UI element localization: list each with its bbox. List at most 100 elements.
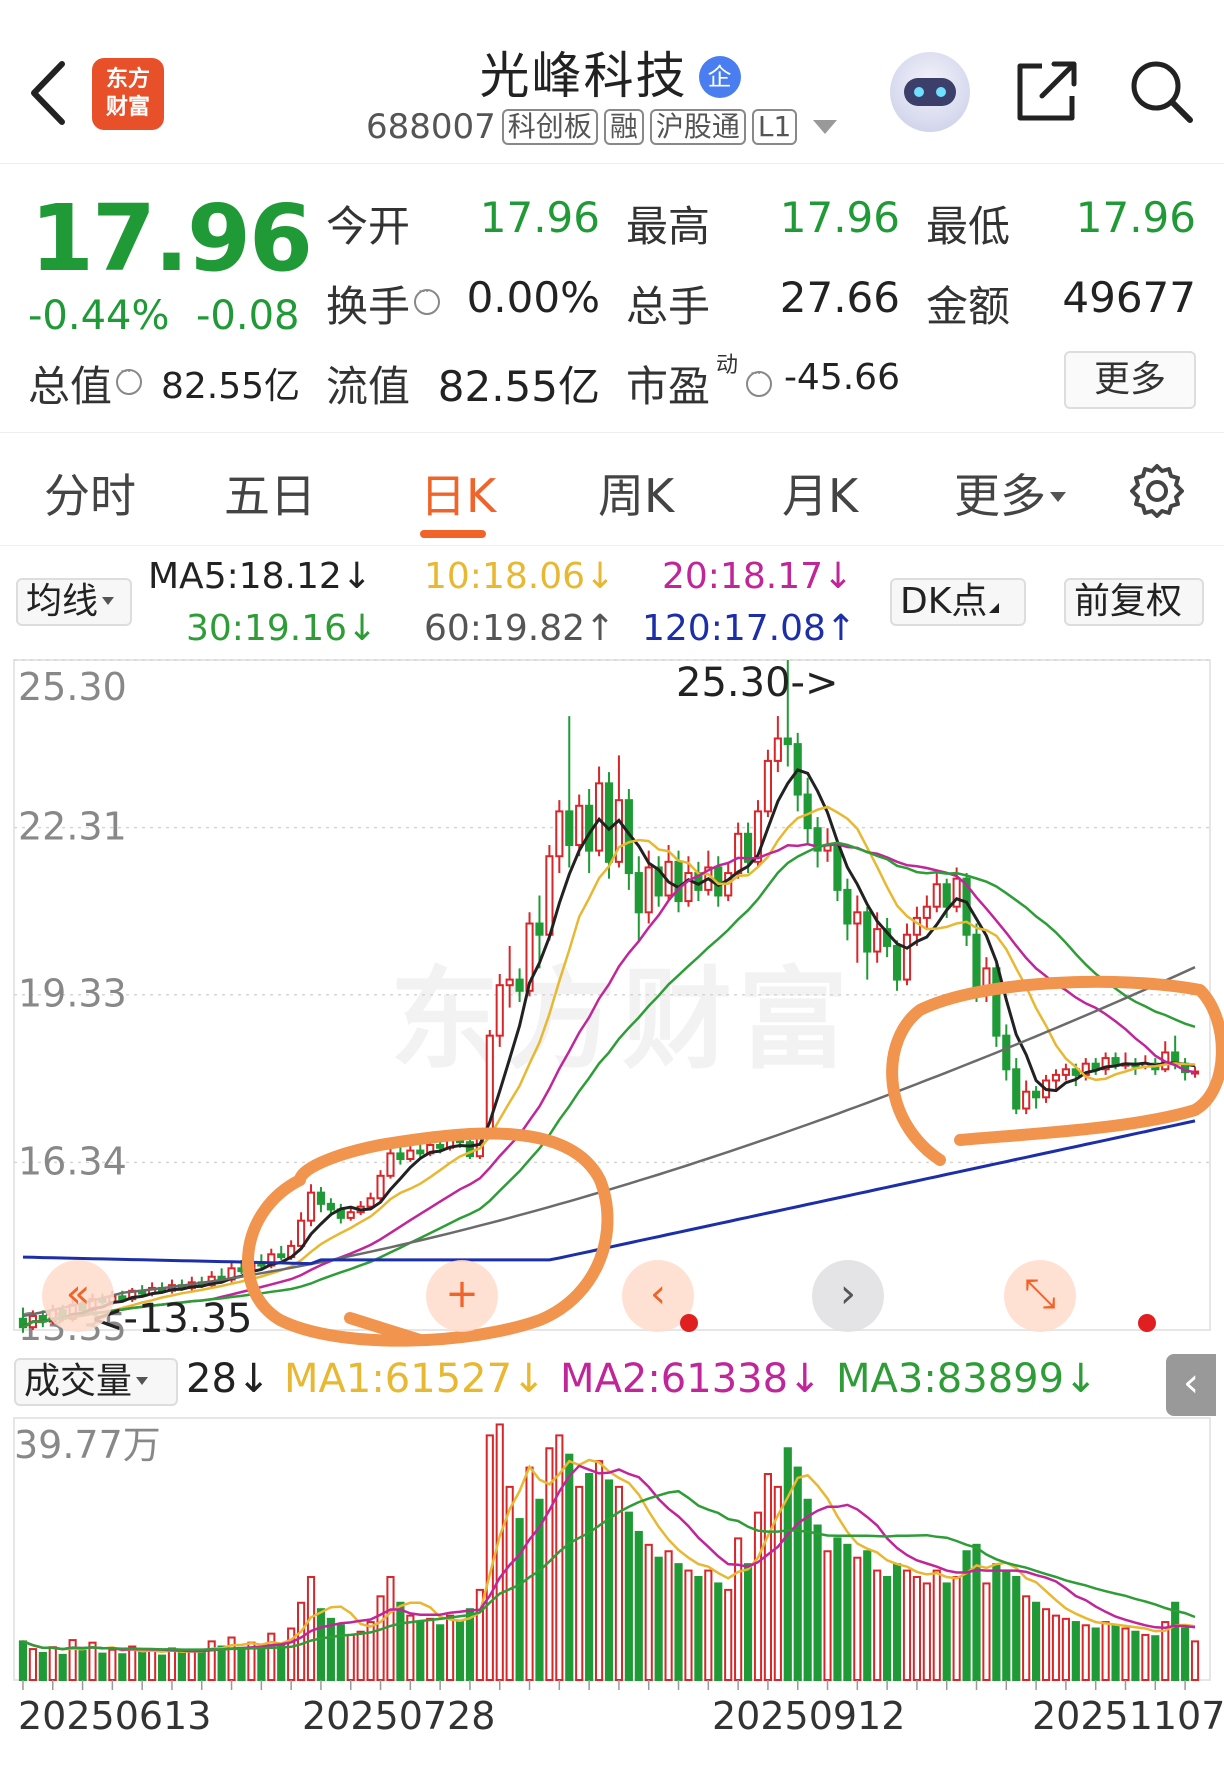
candle-body: [575, 804, 584, 847]
candle-body: [714, 866, 723, 897]
volume-bar: [833, 1537, 842, 1682]
volume-indicator-select[interactable]: 成交量: [14, 1358, 178, 1406]
next-icon[interactable]: ›: [812, 1260, 884, 1332]
jump-first-icon[interactable]: «: [42, 1260, 114, 1332]
share-icon[interactable]: [1012, 56, 1082, 126]
chevron-down-icon: [1050, 492, 1066, 502]
volume-bar: [78, 1650, 87, 1682]
volume-bar: [724, 1588, 733, 1682]
info-icon[interactable]: [414, 284, 441, 315]
indicator-select[interactable]: 均线: [16, 578, 132, 626]
search-icon[interactable]: [1126, 56, 1196, 126]
turnover-value: 0.00%: [466, 273, 600, 322]
back-arrow-icon[interactable]: [24, 58, 74, 128]
candle-body: [1051, 1073, 1061, 1082]
tab-weekly-k[interactable]: 周K: [598, 460, 674, 526]
candle-body: [922, 905, 931, 919]
candle-body: [1022, 1090, 1031, 1110]
volume-bar: [952, 1576, 961, 1682]
candle-body: [475, 1135, 484, 1158]
collapse-panel-icon[interactable]: ‹: [1166, 1354, 1216, 1416]
candle-body: [753, 810, 763, 863]
volume-bar: [1002, 1569, 1011, 1682]
volume-bar: [763, 1473, 773, 1682]
candle-body: [1081, 1062, 1090, 1076]
candle-body: [386, 1152, 395, 1177]
candle-body: [803, 793, 812, 830]
volume-bar: [18, 1640, 28, 1682]
volume-bar: [992, 1563, 1001, 1682]
candle-body: [356, 1205, 365, 1214]
info-icon[interactable]: [746, 366, 772, 397]
volume-bar: [475, 1588, 484, 1682]
event-dot[interactable]: [680, 1314, 698, 1332]
tab-intraday[interactable]: 分时: [44, 460, 136, 526]
chevron-down-icon: [102, 597, 115, 605]
corner-arrow-icon: [989, 603, 1000, 613]
volume-bar: [485, 1434, 494, 1682]
crosshair-icon[interactable]: +: [426, 1260, 498, 1332]
candle-body: [912, 916, 921, 936]
candle-body: [197, 1281, 206, 1287]
enterprise-badge-icon: 企: [698, 56, 741, 98]
volume-ma2-line: [22, 1464, 1196, 1653]
float-cap-value: 82.55亿: [437, 362, 600, 411]
stock-name: 光峰科技: [479, 47, 688, 105]
volume-bar: [1181, 1627, 1190, 1682]
change-percent: -0.44%: [28, 293, 170, 339]
tag-stock-connect: 沪股通: [649, 109, 746, 145]
volume-bar: [1032, 1601, 1041, 1682]
candle-body: [902, 933, 912, 981]
volume-bar: [773, 1485, 782, 1682]
watermark: 东方财富: [390, 956, 854, 1084]
gear-icon[interactable]: [1128, 462, 1186, 520]
candle-body: [1071, 1068, 1080, 1076]
tab-monthly-k[interactable]: 月K: [782, 460, 858, 526]
date-label: 20250912: [712, 1694, 906, 1738]
dk-point-select[interactable]: DK点: [890, 578, 1026, 626]
volume-bar: [575, 1485, 584, 1682]
ma30-value: 30:19.16↓: [186, 608, 378, 649]
float-cap-label: 流值: [326, 362, 411, 411]
volume-bar: [545, 1447, 554, 1682]
volume-bar: [128, 1645, 137, 1682]
volume-bar: [1041, 1608, 1051, 1682]
volume-bar: [426, 1617, 435, 1682]
volume-bar: [157, 1654, 167, 1681]
volume-bar: [505, 1485, 514, 1682]
candle-body: [416, 1149, 425, 1155]
volume-bar: [863, 1550, 872, 1682]
candle-body: [1161, 1051, 1170, 1071]
candle-body: [247, 1261, 256, 1273]
candle-body: [267, 1253, 276, 1267]
stock-subtitle[interactable]: 688007 科创板 融 沪股通 L1: [366, 106, 838, 148]
candle-body: [694, 872, 703, 891]
more-quote-button[interactable]: 更多: [1064, 351, 1196, 409]
candle-body: [426, 1143, 435, 1155]
volume-bar: [48, 1646, 57, 1682]
tab-more[interactable]: 更多: [954, 460, 1066, 526]
tab-five-day[interactable]: 五日: [224, 460, 316, 526]
tab-daily-k[interactable]: 日K: [420, 460, 496, 526]
candle-body: [406, 1149, 415, 1160]
candle-body: [734, 832, 743, 875]
stock-code: 688007: [366, 107, 496, 147]
info-icon[interactable]: [116, 364, 143, 395]
candle-body: [1190, 1070, 1200, 1075]
active-tab-indicator: [420, 530, 486, 538]
candle-body: [187, 1281, 196, 1289]
expand-icon[interactable]: ⤡: [1004, 1260, 1076, 1332]
robot-assistant-icon[interactable]: [890, 52, 970, 132]
volume-bar: [376, 1595, 385, 1682]
candle-body: [853, 911, 862, 925]
candle-body: [277, 1253, 286, 1259]
price-axis-label: 25.30: [18, 665, 127, 709]
volume-bar: [674, 1563, 683, 1682]
candle-body: [1111, 1057, 1120, 1065]
chevron-down-icon[interactable]: [813, 120, 838, 134]
tag-star-market: 科创板: [501, 109, 598, 145]
candle-body: [843, 888, 852, 925]
adjust-select[interactable]: 前复权: [1064, 578, 1204, 626]
event-dot[interactable]: [1138, 1314, 1156, 1332]
volume-bar: [177, 1651, 186, 1682]
